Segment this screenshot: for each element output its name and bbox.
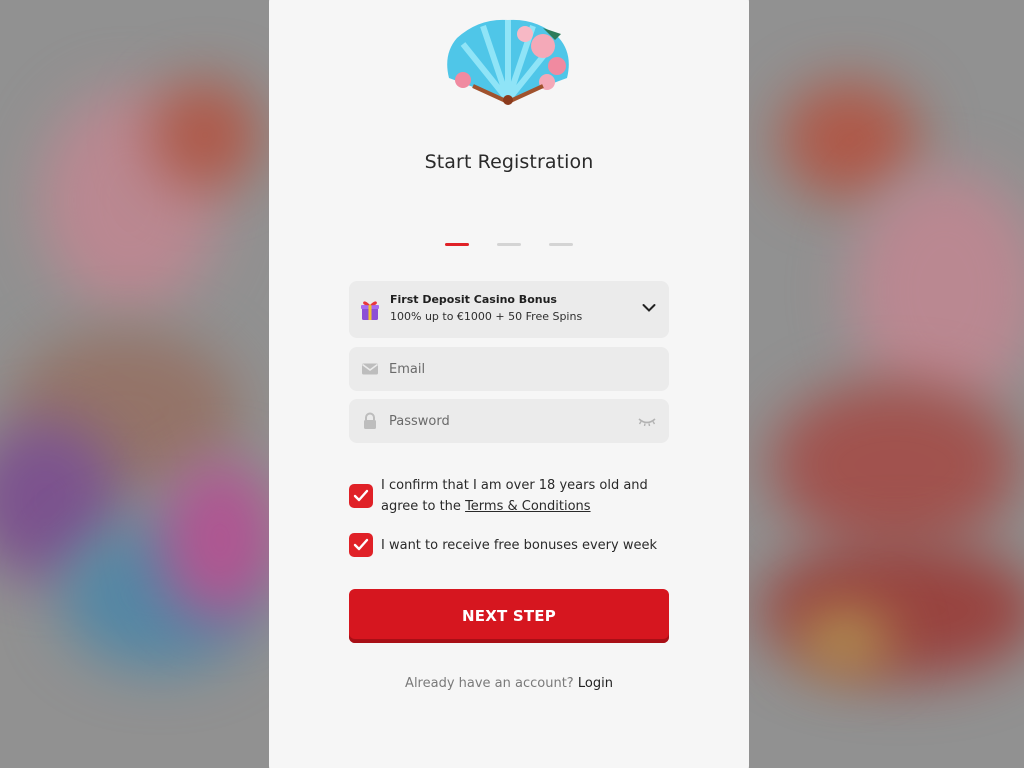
- chevron-down-icon[interactable]: [642, 303, 656, 313]
- password-input[interactable]: [389, 399, 629, 443]
- password-field: [349, 399, 669, 443]
- checkmark-icon: [353, 538, 369, 551]
- bonus-select[interactable]: First Deposit Casino Bonus 100% up to €1…: [349, 281, 669, 338]
- terms-link[interactable]: Terms & Conditions: [465, 499, 591, 514]
- email-input[interactable]: [389, 347, 629, 391]
- next-step-button[interactable]: NEXT STEP: [349, 589, 669, 643]
- envelope-icon: [362, 363, 378, 375]
- bonus-description: 100% up to €1000 + 50 Free Spins: [390, 310, 583, 323]
- gift-icon: [361, 301, 379, 320]
- page-title: Start Registration: [424, 151, 594, 173]
- fan-logo-icon: [447, 19, 569, 105]
- eye-closed-icon[interactable]: [637, 414, 657, 428]
- bonus-consent-label: I want to receive free bonuses every wee…: [381, 538, 657, 553]
- age-consent-checkbox[interactable]: [349, 484, 373, 508]
- bonus-title: First Deposit Casino Bonus: [390, 293, 557, 306]
- login-prompt: Already have an account? Login: [405, 676, 613, 691]
- login-link[interactable]: Login: [578, 676, 613, 691]
- step-indicator-3: [549, 243, 573, 246]
- email-field: [349, 347, 669, 391]
- bonus-consent-checkbox[interactable]: [349, 533, 373, 557]
- checkmark-icon: [353, 489, 369, 502]
- lock-icon: [364, 412, 376, 429]
- age-consent-label: I confirm that I am over 18 years old an…: [381, 478, 648, 514]
- registration-modal: Start Registration First Deposit Casino …: [269, 0, 749, 768]
- step-indicator-1: [445, 243, 469, 246]
- step-indicator-2: [497, 243, 521, 246]
